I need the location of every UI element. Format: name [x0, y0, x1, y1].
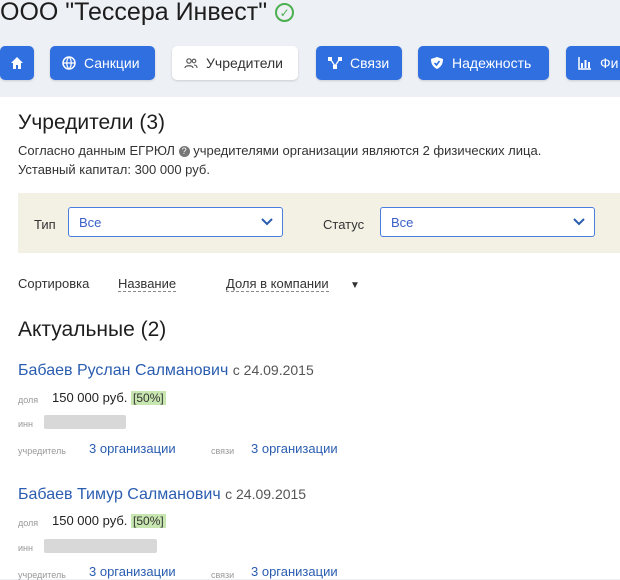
shield-check-icon [431, 57, 443, 69]
home-icon [11, 57, 23, 69]
type-filter-select[interactable]: Все [68, 207, 283, 237]
share-amount: 150 000 руб. [52, 513, 128, 528]
status-filter-select[interactable]: Все [380, 207, 595, 237]
help-icon[interactable]: ? [178, 146, 190, 157]
person-card: Бабаев Руслан Салманович с 24.09.2015 [18, 362, 314, 380]
founders-info: Согласно данным ЕГРЮЛ ? учредителями орг… [18, 141, 541, 179]
share-label: доля [18, 518, 39, 528]
share-amount: 150 000 руб. [52, 390, 128, 405]
person-card: Бабаев Тимур Салманович с 24.09.2015 [18, 486, 306, 504]
inn-redacted [44, 415, 126, 429]
company-name: ООО "Тессера Инвест" [0, 0, 268, 26]
founder-label: учредитель [18, 446, 66, 456]
tab-founders[interactable]: Учредители [172, 46, 298, 80]
tab-home[interactable] [0, 46, 34, 80]
founder-orgs-link[interactable]: 3 организации [89, 441, 176, 456]
person-since: с 24.09.2015 [225, 486, 307, 502]
type-filter-value: Все [79, 215, 102, 230]
share-value: 150 000 руб. [50%] [52, 513, 166, 528]
tab-label: Фи [600, 55, 619, 71]
chevron-down-icon [261, 218, 273, 226]
people-icon [184, 58, 198, 69]
sort-caret-icon: ▼ [350, 280, 360, 291]
section-tabs: Санкции Учредители Связи Надежность Фи [0, 46, 620, 80]
company-title: ООО "Тессера Инвест" ✓ [0, 0, 295, 27]
chevron-down-icon [573, 218, 585, 226]
network-icon [328, 57, 342, 69]
tab-label: Санкции [84, 55, 140, 71]
share-percent: [50%] [131, 514, 166, 528]
founders-panel: Учредители (3) Согласно данным ЕГРЮЛ ? у… [0, 97, 620, 580]
share-value: 150 000 руб. [50%] [52, 390, 166, 405]
group-title: Актуальные (2) [18, 318, 167, 341]
person-name-link[interactable]: Бабаев Руслан Салманович [18, 362, 228, 379]
type-filter-label: Тип [34, 217, 56, 232]
info-suffix: учредителями организации являются 2 физи… [193, 143, 542, 158]
tab-finance[interactable]: Фи [566, 46, 620, 80]
tab-sanctions[interactable]: Санкции [50, 46, 155, 80]
person-since: с 24.09.2015 [232, 362, 314, 378]
share-label: доля [18, 395, 39, 405]
tab-label: Связи [350, 55, 390, 71]
status-filter-label: Статус [323, 217, 365, 232]
globe-icon [62, 56, 76, 70]
inn-label: инн [18, 419, 33, 429]
tab-reliability[interactable]: Надежность [418, 46, 549, 80]
verified-check-icon: ✓ [275, 3, 295, 22]
person-name-link[interactable]: Бабаев Тимур Салманович [18, 486, 221, 503]
status-filter-value: Все [391, 215, 414, 230]
filters-bar: Тип Все Статус Все [18, 193, 620, 253]
chart-icon [578, 57, 591, 70]
share-percent: [50%] [131, 391, 166, 405]
authorized-capital: Уставный капитал: 300 000 руб. [18, 162, 210, 177]
links-orgs-link[interactable]: 3 организации [251, 441, 338, 456]
tab-label: Учредители [206, 55, 284, 71]
section-title: Учредители (3) [18, 111, 166, 134]
sort-by-share[interactable]: Доля в компании [226, 276, 329, 292]
sort-label: Сортировка [18, 276, 90, 291]
tab-label: Надежность [452, 55, 532, 71]
links-label: связи [211, 446, 235, 456]
founder-orgs-link[interactable]: 3 организации [89, 564, 176, 579]
links-orgs-link[interactable]: 3 организации [251, 564, 338, 579]
tab-links[interactable]: Связи [316, 46, 402, 80]
inn-label: инн [18, 543, 33, 553]
inn-redacted [44, 539, 157, 553]
sort-by-name[interactable]: Название [118, 276, 177, 292]
info-prefix: Согласно данным ЕГРЮЛ [18, 143, 175, 158]
